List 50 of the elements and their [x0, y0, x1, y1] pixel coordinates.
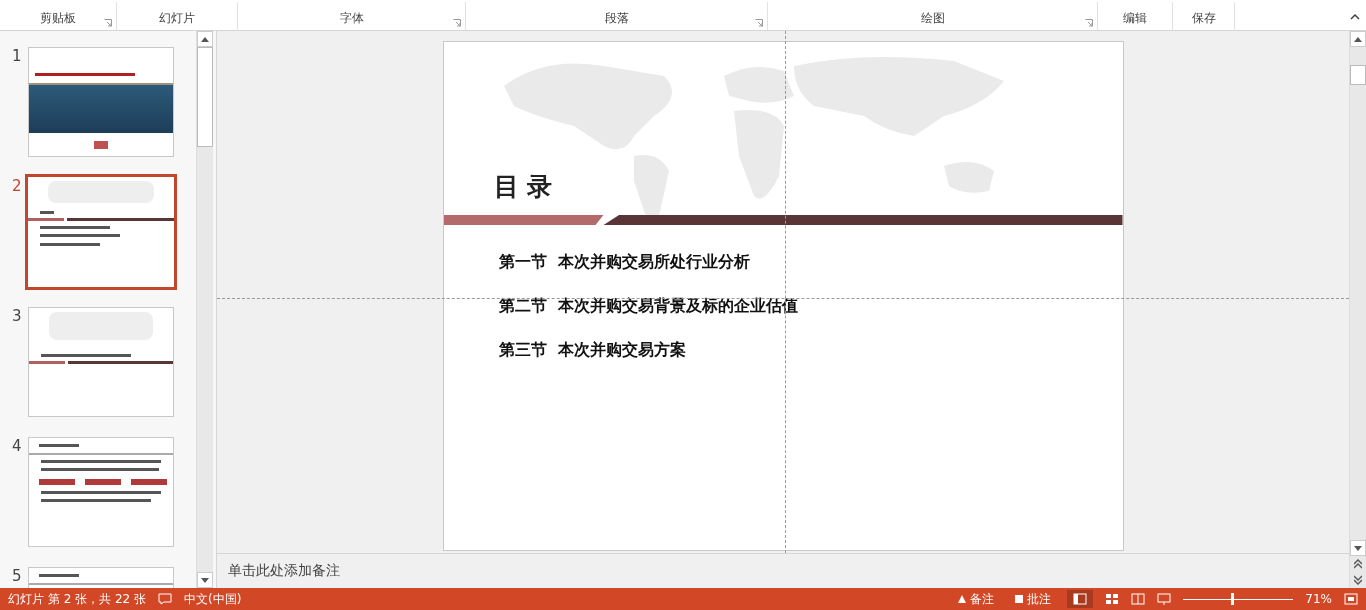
comment-icon	[1014, 594, 1025, 604]
normal-view-icon[interactable]	[1067, 590, 1094, 608]
slide-number: 2	[11, 177, 23, 195]
comments-button[interactable]: 批注	[1010, 590, 1056, 608]
next-slide-icon[interactable]	[1354, 575, 1362, 585]
scrollbar[interactable]	[1349, 31, 1366, 588]
notes-button[interactable]: 备注	[953, 590, 999, 608]
fit-slide-icon[interactable]	[1344, 593, 1358, 605]
slide-sorter-icon[interactable]	[1105, 593, 1120, 605]
slide-thumbnail[interactable]	[28, 47, 174, 157]
scroll-down-icon[interactable]	[201, 577, 209, 583]
slide-thumbnail[interactable]	[28, 307, 174, 417]
slide-number: 3	[11, 307, 23, 325]
scroll-down-icon[interactable]	[1354, 545, 1362, 551]
slide-number: 1	[11, 47, 23, 65]
slide-number: 4	[11, 437, 23, 455]
contents-item: 第一节 本次并购交易所处行业分析	[498, 252, 750, 273]
scrollbar-thumb[interactable]	[197, 47, 213, 147]
scroll-up-icon[interactable]	[201, 36, 209, 42]
previous-slide-icon[interactable]	[1354, 559, 1362, 569]
notes-placeholder[interactable]: 单击此处添加备注	[228, 562, 340, 580]
ribbon-group-label: 段落	[604, 10, 629, 27]
slide-thumbnail[interactable]	[25, 174, 177, 290]
scrollbar[interactable]	[196, 31, 213, 588]
ribbon-group-label: 保存	[1191, 10, 1216, 27]
ribbon-group-label: 编辑	[1123, 10, 1147, 27]
dialog-launcher-icon[interactable]	[1085, 19, 1093, 27]
zoom-level[interactable]: 71%	[1305, 592, 1332, 606]
ribbon-group-label: 字体	[339, 10, 364, 27]
slide-number: 5	[11, 567, 23, 585]
dialog-launcher-icon[interactable]	[755, 19, 763, 27]
collapse-ribbon-icon[interactable]	[1350, 14, 1360, 20]
ribbon-group-label: 幻灯片	[159, 10, 195, 27]
slide-count-text: 幻灯片 第 2 张，共 22 张	[8, 590, 146, 608]
slide-title: 目 录	[493, 171, 553, 203]
ribbon-group-label: 绘图	[920, 10, 945, 27]
scroll-up-icon[interactable]	[1354, 36, 1362, 42]
reading-view-icon[interactable]	[1131, 593, 1146, 605]
slideshow-icon[interactable]	[1157, 593, 1172, 605]
scrollbar-thumb[interactable]	[1350, 65, 1366, 85]
zoom-slider[interactable]	[1183, 593, 1294, 605]
dialog-launcher-icon[interactable]	[104, 19, 112, 27]
proofing-icon[interactable]	[158, 593, 172, 605]
language-text[interactable]: 中文(中国)	[184, 590, 242, 608]
caret-up-icon	[957, 594, 968, 604]
dialog-launcher-icon[interactable]	[453, 19, 461, 27]
contents-item: 第三节 本次并购交易方案	[498, 340, 686, 361]
slide-thumbnail[interactable]	[28, 437, 174, 547]
contents-item: 第二节 本次并购交易背景及标的企业估值	[498, 296, 798, 317]
ribbon-group-label: 剪贴板	[40, 10, 76, 27]
